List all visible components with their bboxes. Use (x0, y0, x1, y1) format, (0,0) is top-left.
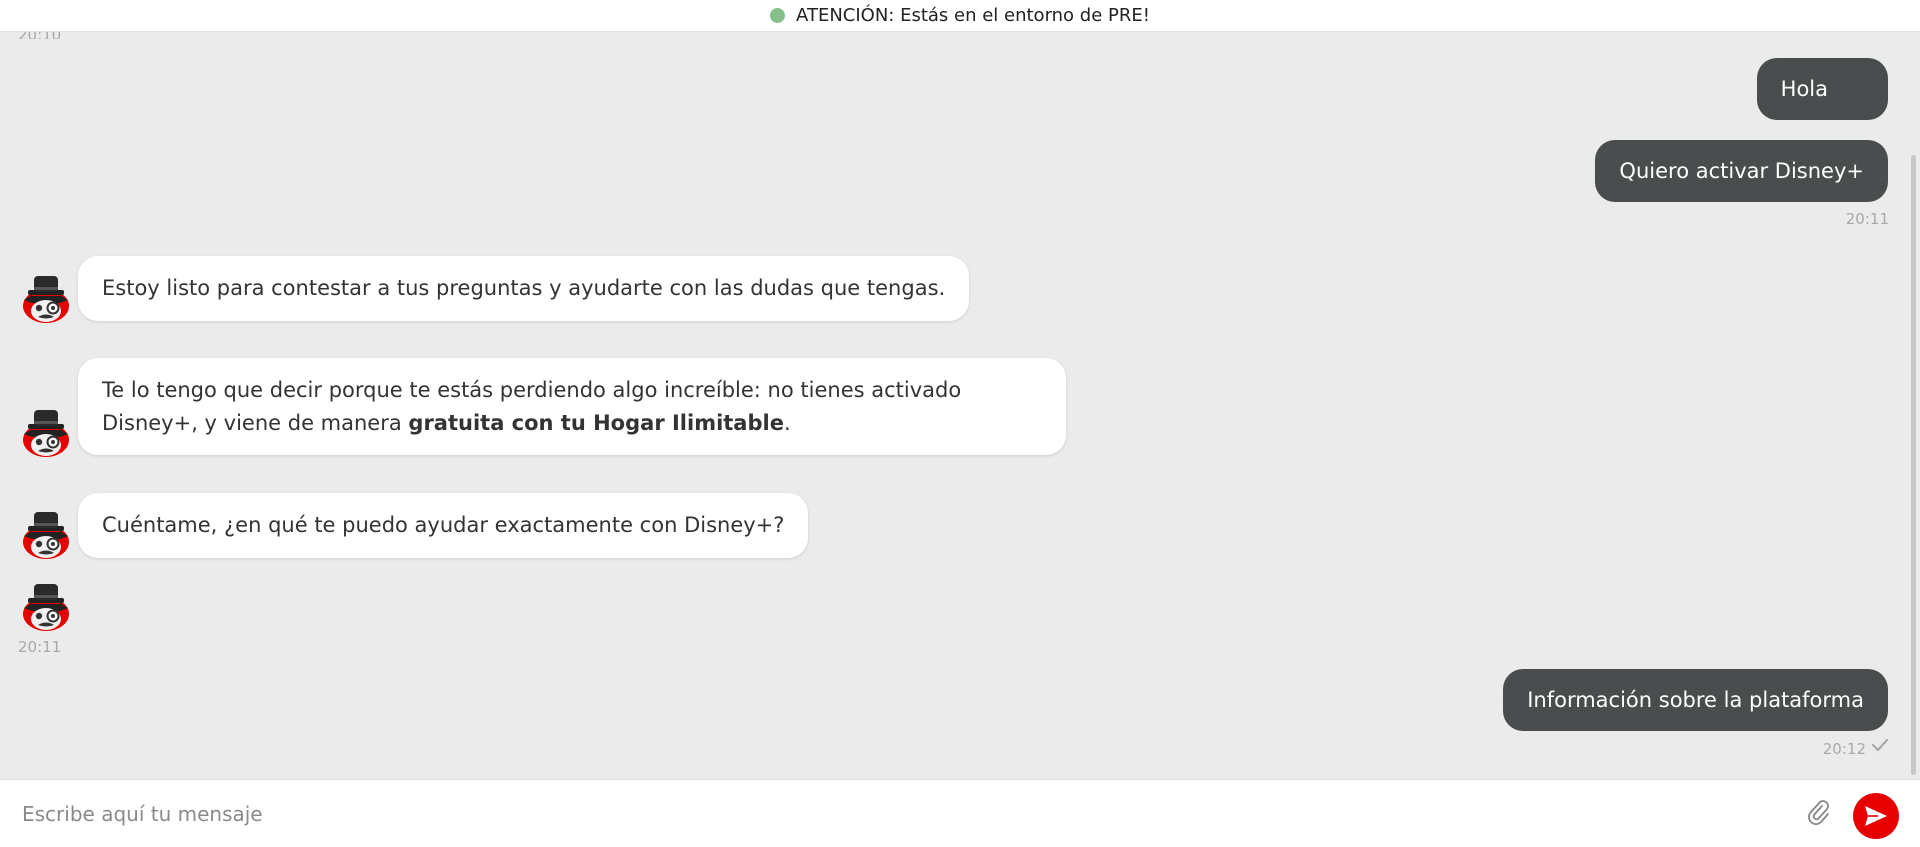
bot-avatar-icon (22, 581, 70, 631)
message-text: Cuéntame, ¿en qué te puedo ayudar exacta… (102, 513, 785, 537)
bot-message: Estoy listo para contestar a tus pregunt… (78, 256, 970, 321)
message-composer (0, 779, 1920, 847)
message-input[interactable] (20, 793, 1784, 835)
message-text: Hola (1780, 77, 1828, 101)
environment-banner: ATENCIÓN: Estás en el entorno de PRE! (0, 0, 1920, 32)
user-message: Hola (1756, 58, 1888, 120)
bot-avatar-icon (22, 407, 70, 457)
check-icon (1871, 738, 1889, 752)
bot-message: Te lo tengo que decir porque te estás pe… (78, 358, 1066, 455)
message-text: Información sobre la plataforma (1527, 688, 1864, 712)
timestamp: 20:11 (18, 638, 62, 656)
send-icon (1865, 806, 1887, 826)
banner-text: ATENCIÓN: Estás en el entorno de PRE! (796, 5, 1150, 26)
user-message: Información sobre la plataforma (1503, 669, 1888, 731)
user-message: Quiero activar Disney+ (1595, 140, 1888, 202)
bot-message: Cuéntame, ¿en qué te puedo ayudar exacta… (78, 493, 809, 558)
bot-avatar-icon (22, 273, 70, 323)
message-text: Estoy listo para contestar a tus pregunt… (102, 276, 946, 300)
message-text: Quiero activar Disney+ (1619, 159, 1864, 183)
timestamp: 20:11 (1845, 210, 1889, 228)
status-dot-icon (770, 8, 786, 23)
timestamp: 20:12 (1822, 740, 1866, 758)
paperclip-icon[interactable] (1806, 799, 1830, 825)
bot-avatar-icon (22, 509, 70, 559)
scrollbar[interactable] (1911, 155, 1916, 775)
send-button[interactable] (1853, 793, 1899, 839)
message-text: . (783, 411, 791, 435)
message-bold-text: gratuita con tu Hogar Ilimitable (408, 411, 784, 435)
